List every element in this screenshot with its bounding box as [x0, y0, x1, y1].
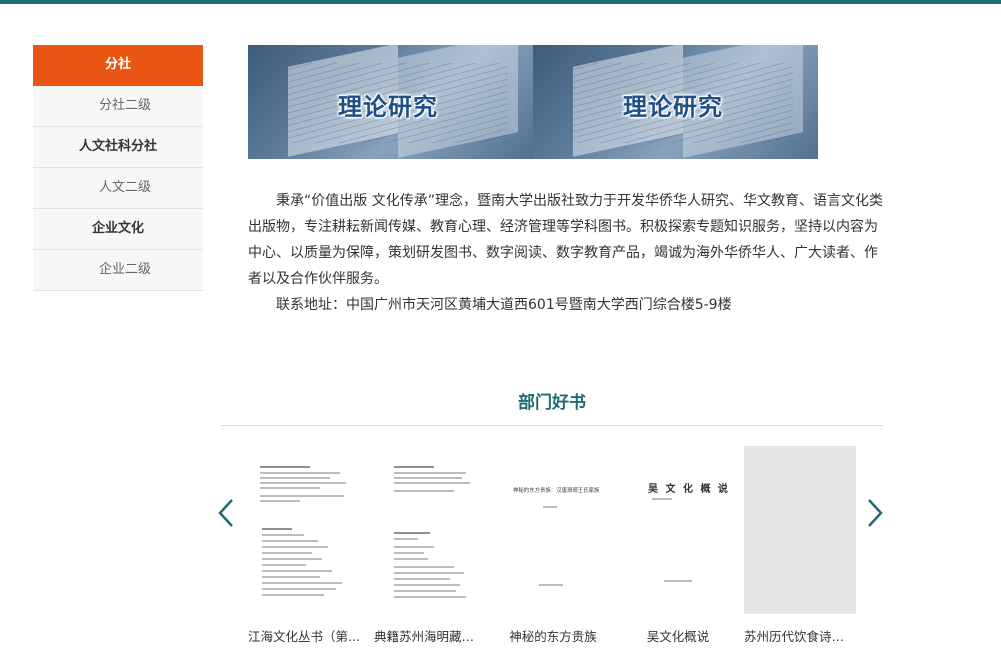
banner-tile: 理论研究 [533, 45, 818, 159]
intro-paragraph: 秉承“价值出版 文化传承”理念，暨南大学出版社致力于开发华侨华人研究、华文教育、… [248, 193, 883, 287]
banner-tile: 理论研究 [248, 45, 533, 159]
book-cover-title: 吴 文 化 概 说 [648, 484, 730, 495]
book-item[interactable]: 吴 文 化 概 说 吴文化概说 [622, 446, 734, 645]
book-title[interactable]: 典籍苏州海明藏本:... [374, 626, 486, 645]
section-title: 部门好书 [518, 393, 586, 413]
book-cover[interactable]: 神秘的东方贵族：汉唐琅琊王氏家族 [497, 446, 609, 614]
sidebar-item-corporate-level2[interactable]: 企业二级 [33, 250, 203, 291]
sidebar-item-branch-level2[interactable]: 分社二级 [33, 86, 203, 127]
book-carousel: 江海文化丛书（第... 典籍苏州海明藏本:... 神秘的东方贵族：汉唐琅琊王氏家… [248, 446, 858, 646]
sidebar-item-branch[interactable]: 分社 [33, 45, 203, 86]
sidebar-item-humanities-level2[interactable]: 人文二级 [33, 168, 203, 209]
book-cover-placeholder[interactable] [744, 446, 856, 614]
top-accent-bar [0, 0, 1001, 4]
sidebar-item-humanities-branch[interactable]: 人文社科分社 [33, 127, 203, 168]
book-cover[interactable]: 吴 文 化 概 说 [622, 446, 734, 614]
section-divider [220, 425, 884, 426]
banner-title: 理论研究 [623, 93, 723, 121]
sidebar-nav: 分社 分社二级 人文社科分社 人文二级 企业文化 企业二级 [33, 45, 203, 291]
sidebar-item-corporate-culture[interactable]: 企业文化 [33, 209, 203, 250]
book-title[interactable]: 神秘的东方贵族 [497, 626, 609, 645]
book-item[interactable]: 江海文化丛书（第... [248, 446, 360, 645]
chevron-left-icon[interactable] [216, 496, 236, 530]
book-cover[interactable] [374, 446, 486, 614]
book-item[interactable]: 神秘的东方贵族：汉唐琅琊王氏家族 神秘的东方贵族 [497, 446, 609, 645]
book-cover-title: 神秘的东方贵族：汉唐琅琊王氏家族 [513, 487, 600, 494]
chevron-right-icon[interactable] [865, 496, 885, 530]
book-item[interactable]: 苏州历代饮食诗词选 [744, 446, 856, 645]
book-item[interactable]: 典籍苏州海明藏本:... [374, 446, 486, 645]
book-title[interactable]: 苏州历代饮食诗词选 [744, 626, 856, 645]
book-title[interactable]: 吴文化概说 [622, 626, 734, 645]
contact-address: 联系地址：中国广州市天河区黄埔大道西601号暨南大学西门综合楼5-9楼 [276, 297, 732, 313]
banner: 理论研究 理论研究 [248, 45, 818, 159]
intro-text: 秉承“价值出版 文化传承”理念，暨南大学出版社致力于开发华侨华人研究、华文教育、… [248, 188, 884, 318]
book-title[interactable]: 江海文化丛书（第... [248, 626, 360, 645]
banner-title: 理论研究 [338, 93, 438, 121]
book-cover[interactable] [248, 446, 360, 614]
